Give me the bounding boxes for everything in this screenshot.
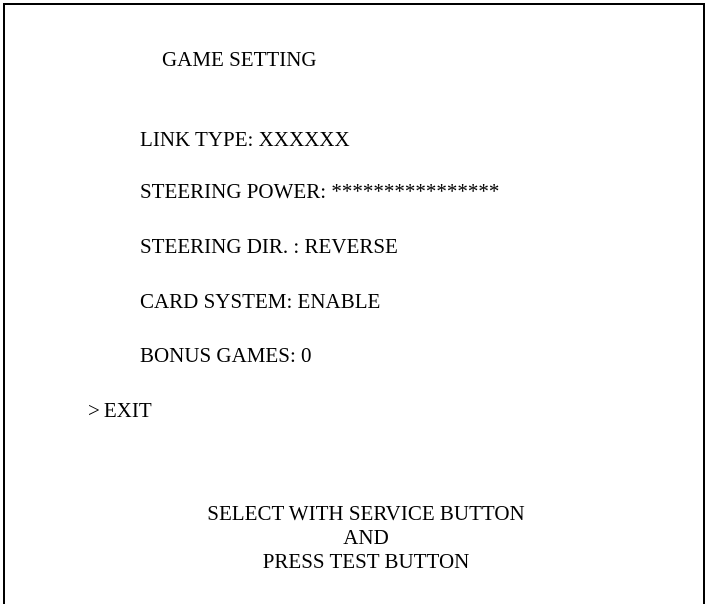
menu-item-label: STEERING POWER — [140, 179, 321, 203]
menu-item-value: 0 — [301, 343, 312, 367]
screen-title: GAME SETTING — [162, 47, 317, 71]
menu-item-separator: : — [289, 343, 302, 367]
menu-item-card-system[interactable]: CARD SYSTEM: ENABLE — [140, 289, 380, 313]
menu-item-separator: : — [247, 127, 259, 151]
menu-item-value: REVERSE — [304, 234, 398, 258]
instruction-line-2: AND — [343, 525, 389, 549]
menu-item-separator: : — [288, 234, 305, 258]
selection-cursor-icon: > — [88, 398, 100, 422]
menu-item-steering-power[interactable]: STEERING POWER: **************** — [140, 179, 499, 203]
menu-item-exit[interactable]: > EXIT — [88, 398, 152, 422]
menu-item-steering-dir[interactable]: STEERING DIR. : REVERSE — [140, 234, 398, 258]
instruction-line-3: PRESS TEST BUTTON — [262, 549, 470, 573]
menu-item-value: ENABLE — [297, 289, 381, 313]
menu-item-bonus-games[interactable]: BONUS GAMES: 0 — [140, 343, 312, 367]
menu-item-label: STEERING DIR. — [140, 234, 289, 258]
menu-item-separator: : — [320, 179, 332, 203]
service-menu-screen: GAME SETTING LINK TYPE: XXXXXX STEERING … — [3, 3, 705, 604]
menu-item-label: EXIT — [103, 398, 152, 422]
menu-item-separator: : — [286, 289, 298, 313]
menu-item-value: XXXXXX — [258, 127, 350, 151]
menu-item-value: **************** — [331, 179, 500, 203]
menu-item-link-type[interactable]: LINK TYPE: XXXXXX — [140, 127, 350, 151]
menu-item-label: CARD SYSTEM — [140, 289, 287, 313]
menu-item-label: BONUS GAMES — [140, 343, 290, 367]
instruction-line-1: SELECT WITH SERVICE BUTTON — [207, 501, 525, 525]
menu-item-label: LINK TYPE — [140, 127, 248, 151]
